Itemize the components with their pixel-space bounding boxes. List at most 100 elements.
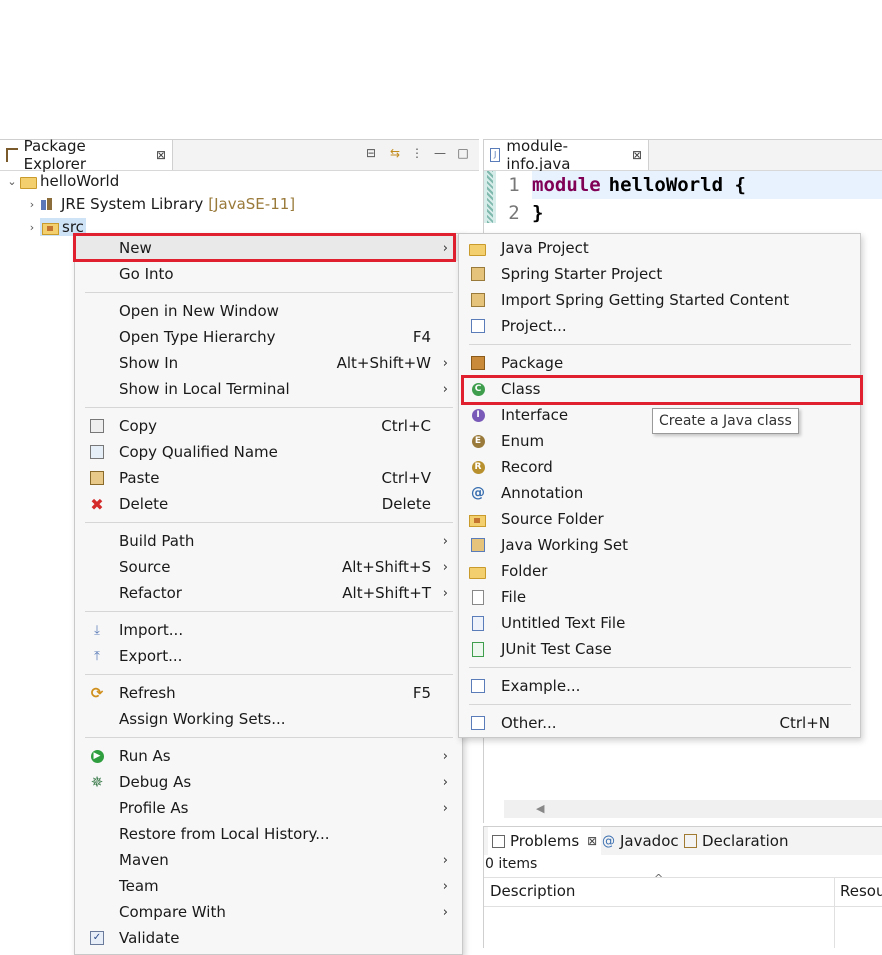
close-icon[interactable]: ⊠ [587,834,597,848]
submenu-item-junit-test-case[interactable]: JUnit Test Case [459,636,860,662]
problems-view: Problems ⊠ @ Javadoc Declaration 0 items… [483,826,882,948]
tab-problems[interactable]: Problems ⊠ [488,827,602,855]
menu-separator [469,667,851,668]
line-number: 2 [508,202,520,224]
menu-item-compare-with[interactable]: Compare With › [75,899,462,925]
copy-qualified-name-icon [89,444,105,460]
submenu-item-file[interactable]: File [459,584,860,610]
menu-item-export[interactable]: ⤒ Export... [75,643,462,669]
tree-item-project[interactable]: ⌄ helloWorld [4,170,119,192]
column-description[interactable]: Description [490,882,575,900]
menu-item-team[interactable]: Team › [75,873,462,899]
minimize-icon[interactable]: — [433,146,447,160]
menu-item-validate[interactable]: ✓ Validate [75,925,462,951]
view-menu-icon[interactable]: ⋮ [410,146,424,160]
menu-item-build-path[interactable]: Build Path › [75,528,462,554]
maximize-icon[interactable]: □ [456,146,470,160]
code-text: helloWorld { [608,174,746,196]
menu-item-import[interactable]: ⤓ Import... [75,617,462,643]
problems-count: 0 items [485,856,538,872]
menu-item-source[interactable]: Source Alt+Shift+S › [75,554,462,580]
project-folder-icon [20,175,37,189]
tab-javadoc[interactable]: @ Javadoc [602,827,679,855]
chevron-right-icon: › [442,355,448,371]
code-line-1[interactable]: 1 module helloWorld { [496,171,746,199]
column-resource[interactable]: Resou [840,882,882,900]
paste-icon [89,470,105,486]
validate-checkbox-icon: ✓ [89,930,105,946]
tab-label: Package Explorer [23,137,87,173]
code-keyword: module [532,174,601,196]
menu-item-profile-as[interactable]: Profile As › [75,795,462,821]
tab-declaration[interactable]: Declaration [684,827,788,855]
jre-label: JRE System Library [61,195,204,213]
tab-module-info[interactable]: J module-info.java ⊠ [484,137,649,173]
enum-icon: E [469,432,487,450]
menu-item-restore-local-history[interactable]: Restore from Local History... [75,821,462,847]
submenu-item-java-working-set[interactable]: Java Working Set [459,532,860,558]
tab-label: Problems [510,832,580,850]
chevron-right-icon[interactable]: › [24,221,40,234]
context-menu: New › Go Into Open in New Window Open Ty… [74,233,463,955]
code-line-2[interactable]: 2 } [496,199,543,227]
submenu-item-untitled-text-file[interactable]: Untitled Text File [459,610,860,636]
change-ruler [484,171,496,223]
tree-item-jre-library[interactable]: › JRE System Library [JavaSE-11] [24,193,295,215]
text-file-icon [469,614,487,632]
submenu-item-annotation[interactable]: @ Annotation [459,480,860,506]
close-icon[interactable]: ⊠ [632,148,642,162]
package-icon [469,354,487,372]
chevron-down-icon[interactable]: ⌄ [4,175,20,188]
refresh-icon: ⟳ [90,684,104,702]
submenu-item-other[interactable]: Other... Ctrl+N [459,710,860,736]
problems-table-header: Description ^ Resou [484,872,882,948]
tab-label: Declaration [702,832,789,850]
new-project-icon [469,317,487,335]
chevron-right-icon: › [442,381,448,397]
menu-item-open-type-hierarchy[interactable]: Open Type Hierarchy F4 [75,324,462,350]
tab-package-explorer[interactable]: Package Explorer ⊠ [0,137,173,173]
submenu-item-project[interactable]: Project... [459,313,860,339]
bottom-tabbar: Problems ⊠ @ Javadoc Declaration [484,827,882,855]
spring-import-icon [469,291,487,309]
menu-item-maven[interactable]: Maven › [75,847,462,873]
submenu-item-java-project[interactable]: Java Project [459,235,860,261]
menu-item-show-in-local-terminal[interactable]: Show in Local Terminal › [75,376,462,402]
menu-item-paste[interactable]: Paste Ctrl+V [75,465,462,491]
collapse-all-icon[interactable]: ⊟ [364,146,378,160]
menu-item-show-in[interactable]: Show In Alt+Shift+W › [75,350,462,376]
accelerator: Ctrl+C [381,417,431,435]
submenu-item-example[interactable]: Example... [459,673,860,699]
submenu-item-source-folder[interactable]: Source Folder [459,506,860,532]
submenu-item-spring-starter-project[interactable]: Spring Starter Project [459,261,860,287]
submenu-item-record[interactable]: R Record [459,454,860,480]
menu-item-refactor[interactable]: Refactor Alt+Shift+T › [75,580,462,606]
package-explorer-tabbar: Package Explorer ⊠ ⊟ ⇆ ⋮ — □ [0,137,479,173]
line-number: 1 [508,174,520,196]
menu-item-open-in-new-window[interactable]: Open in New Window [75,298,462,324]
menu-separator [85,674,453,675]
submenu-item-package[interactable]: Package [459,350,860,376]
menu-item-run-as[interactable]: ▶ Run As › [75,743,462,769]
chevron-right-icon[interactable]: › [24,198,40,211]
menu-item-go-into[interactable]: Go Into [75,261,462,287]
menu-item-assign-working-sets[interactable]: Assign Working Sets... [75,706,462,732]
link-with-editor-icon[interactable]: ⇆ [388,146,402,160]
menu-item-debug-as[interactable]: ✵ Debug As › [75,769,462,795]
annotation-icon: @ [471,485,485,501]
close-icon[interactable]: ⊠ [156,148,166,162]
scroll-left-icon[interactable]: ◀ [536,802,544,815]
submenu-item-folder[interactable]: Folder [459,558,860,584]
menu-item-copy[interactable]: Copy Ctrl+C [75,413,462,439]
junit-icon [469,640,487,658]
menu-separator [469,704,851,705]
code-text: } [532,202,544,224]
menu-item-copy-qualified-name[interactable]: Copy Qualified Name [75,439,462,465]
project-label: helloWorld [40,172,120,190]
accelerator: Ctrl+V [381,469,431,487]
menu-item-delete[interactable]: ✖ Delete Delete [75,491,462,517]
menu-item-refresh[interactable]: ⟳ Refresh F5 [75,680,462,706]
horizontal-scrollbar[interactable]: ◀ [504,800,882,818]
chevron-right-icon: › [442,878,448,894]
submenu-item-import-spring-content[interactable]: Import Spring Getting Started Content [459,287,860,313]
